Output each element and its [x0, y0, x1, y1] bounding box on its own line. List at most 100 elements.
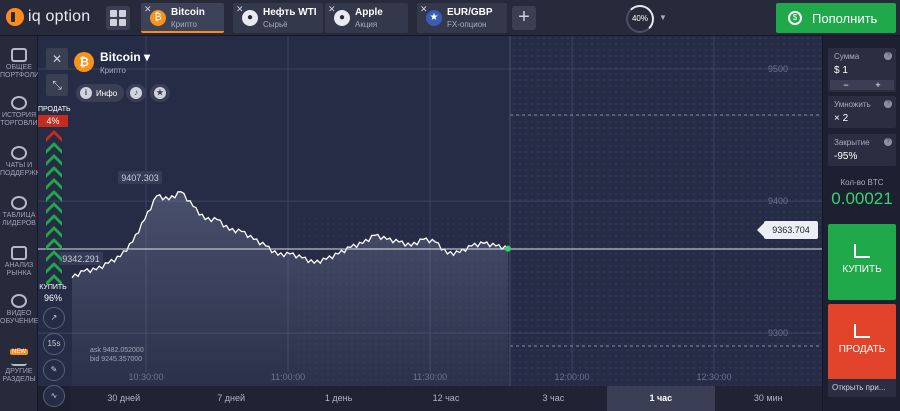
tab-eur-gbp[interactable]: ✕ ★ EUR/GBP FX-опцион	[417, 3, 507, 33]
timeframe-option[interactable]: 12 час	[392, 386, 499, 411]
nav-history[interactable]: ИСТОРИЯ ТОРГОВЛИ	[0, 96, 38, 128]
sentiment-chevron	[46, 262, 62, 274]
nav-more[interactable]: NEW ДРУГИЕ РАЗДЕЛЫ	[0, 340, 38, 384]
sentiment-chevron	[46, 226, 62, 238]
timeframe-option[interactable]: 1 день	[285, 386, 392, 411]
x-tick-label: 12:30:00	[696, 372, 731, 382]
multiplier-box[interactable]: Умножить ? × 2	[828, 96, 896, 128]
close-label: Закрытие	[834, 138, 870, 147]
chart-down-icon	[854, 324, 870, 338]
collapse-icon[interactable]: ⤡	[46, 74, 68, 96]
nav-portfolio[interactable]: ОБЩЕЕ ПОРТФОЛИО	[0, 48, 45, 80]
quantity-label: Кол-во BTC	[840, 178, 884, 187]
tab-bitcoin[interactable]: ✕ ₿ Bitcoin Крипто	[141, 3, 224, 33]
sell-sentiment-label: ПРОДАТЬ	[38, 106, 71, 113]
deposit-button[interactable]: $ Пополнить	[776, 3, 896, 33]
timeframe-option[interactable]: 30 мин	[715, 386, 822, 411]
help-icon[interactable]: ?	[884, 100, 892, 108]
tab-apple[interactable]: ✕ ● Apple Акция	[325, 3, 408, 33]
quantity-value: 0.00021	[831, 189, 893, 208]
help-icon[interactable]: ?	[884, 52, 892, 60]
leaderboard-icon	[11, 196, 27, 210]
timeframe-option[interactable]: 3 час	[500, 386, 607, 411]
sentiment-chevron	[46, 250, 62, 262]
info-icon: i	[80, 87, 92, 99]
chart-type-icon[interactable]: ↗	[43, 307, 65, 329]
logo-icon	[6, 8, 24, 26]
current-price-dot	[505, 245, 511, 252]
asset-category: Крипто	[100, 66, 126, 75]
info-label: Инфо	[96, 88, 118, 98]
ask-bid: ask 9482.052000 bid 9245.357000	[90, 346, 144, 364]
current-price-tag: 9363.704	[757, 221, 818, 239]
grid-cell	[119, 19, 126, 26]
tab-sub: Крипто	[171, 20, 197, 29]
grid-cell	[110, 10, 117, 17]
sell-label: ПРОДАТЬ	[838, 344, 886, 355]
timeframe-option[interactable]: 7 дней	[177, 386, 284, 411]
grid-menu-button[interactable]	[106, 6, 130, 30]
eu-gb-flags-icon: ★	[426, 10, 442, 26]
add-tab-button[interactable]: +	[512, 6, 536, 30]
deposit-icon: $	[788, 11, 802, 25]
nav-label: ЧАТЫ И ПОДДЕРЖКА	[0, 162, 45, 177]
nav-leaderboard[interactable]: ТАБЛИЦА ЛИДЕРОВ	[0, 196, 38, 228]
ask-value: ask 9482.052000	[90, 347, 144, 354]
y-tick-label: 9500	[768, 64, 788, 74]
multiplier-label: Умножить	[834, 100, 871, 109]
buy-sentiment-label: КУПИТЬ	[39, 284, 67, 291]
help-icon[interactable]: ?	[884, 138, 892, 146]
grid-cell	[119, 10, 126, 17]
sell-sentiment-value: 4%	[38, 115, 68, 127]
nav-label: ВИДЕО ОБУЧЕНИЕ	[0, 310, 39, 325]
multiplier-value[interactable]: × 2	[834, 113, 848, 124]
logo[interactable]: iq option	[6, 8, 90, 26]
sentiment-chevron	[46, 202, 62, 214]
tab-name: EUR/GBP	[447, 7, 493, 18]
indicators-icon[interactable]: ∿	[43, 385, 65, 407]
nav-label: ИСТОРИЯ ТОРГОВЛИ	[0, 112, 38, 127]
tab-name: Apple	[355, 7, 383, 18]
chevron-down-icon[interactable]: ▼	[659, 13, 667, 22]
x-tick-label: 11:30:00	[413, 372, 447, 382]
favorite-button[interactable]: ★	[150, 84, 170, 102]
nav-analysis[interactable]: АНАЛИЗ РЫНКА	[0, 246, 38, 278]
top-bar: iq option ✕ ₿ Bitcoin Крипто ✕ ● Нефть W…	[0, 0, 900, 36]
draw-icon[interactable]: ✎	[43, 359, 65, 381]
info-button[interactable]: i Инфо	[76, 84, 124, 102]
progress-gauge[interactable]: 40%	[626, 5, 654, 33]
sell-button[interactable]: ПРОДАТЬ	[828, 304, 896, 380]
chart-area[interactable]: 9500 9400 9300 10:30:00 11:00:00 11:30:00 12:0…	[38, 36, 822, 386]
buy-label: КУПИТЬ	[842, 264, 882, 275]
video-icon	[11, 294, 27, 308]
alert-button[interactable]: ♪	[126, 84, 146, 102]
asset-name[interactable]: Bitcoin ▾	[100, 50, 150, 64]
timeframe-option[interactable]: 1 час	[607, 386, 715, 411]
trading-app: iq option ✕ ₿ Bitcoin Крипто ✕ ● Нефть W…	[0, 0, 900, 411]
timeframe-option[interactable]: 30 дней	[70, 386, 177, 411]
sentiment-chevron	[46, 214, 62, 226]
amount-label: Сумма	[834, 52, 860, 61]
amount-box[interactable]: Сумма ? $ 1 − +	[828, 48, 896, 92]
tab-name: Bitcoin	[171, 7, 205, 18]
bid-value: bid 9245.357000	[90, 356, 143, 363]
nav-label: АНАЛИЗ РЫНКА	[4, 262, 34, 277]
increase-button[interactable]: +	[862, 80, 894, 90]
x-tick-label: 10:30:00	[128, 372, 163, 382]
timeframe-button[interactable]: 15s	[43, 333, 65, 355]
close-chart-button[interactable]: ✕	[46, 48, 68, 70]
deposit-label: Пополнить	[812, 10, 878, 26]
nav-video[interactable]: ВИДЕО ОБУЧЕНИЕ	[0, 294, 38, 326]
sentiment-chevron	[46, 130, 62, 142]
close-box[interactable]: Закрытие ? -95%	[828, 134, 896, 166]
buy-button[interactable]: КУПИТЬ	[828, 224, 896, 300]
close-value[interactable]: -95%	[834, 151, 857, 162]
nav-chat[interactable]: ЧАТЫ И ПОДДЕРЖКА	[0, 146, 45, 178]
open-at-button[interactable]: Открыть при...	[828, 379, 896, 397]
nav-label: ОБЩЕЕ ПОРТФОЛИО	[0, 64, 45, 79]
decrease-button[interactable]: −	[830, 80, 862, 90]
chat-icon	[11, 146, 27, 160]
bitcoin-icon: ₿	[74, 52, 94, 72]
tab-oil-wti[interactable]: ✕ ● Нефть WTI Сырьё	[233, 3, 323, 33]
amount-input[interactable]: $ 1	[834, 65, 848, 76]
